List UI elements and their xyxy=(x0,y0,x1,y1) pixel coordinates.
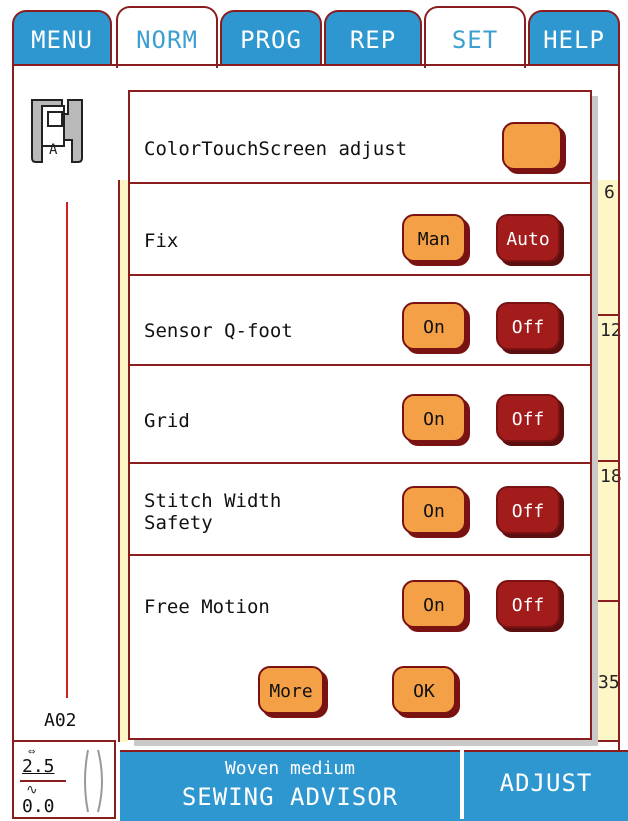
fix-auto-button[interactable]: Auto xyxy=(496,214,560,262)
stitch-width-safety-on-button[interactable]: On xyxy=(402,486,466,534)
stitch-width-safety-on-label: On xyxy=(423,501,445,522)
divider xyxy=(130,364,590,366)
right-edge-border xyxy=(618,64,620,750)
grid-on-label: On xyxy=(423,409,445,430)
grid-on-button[interactable]: On xyxy=(402,394,466,442)
tab-norm[interactable]: NORM xyxy=(116,6,218,68)
divider xyxy=(130,182,590,184)
free-motion-label: Free Motion xyxy=(144,596,270,618)
tab-help-label: HELP xyxy=(543,26,605,54)
ok-button[interactable]: OK xyxy=(392,666,456,714)
sensor-q-foot-label: Sensor Q-foot xyxy=(144,320,293,342)
mirror-icon[interactable] xyxy=(80,748,108,814)
stitch-width-safety-line1: Stitch Width xyxy=(144,490,282,512)
fix-label: Fix xyxy=(144,230,179,252)
tab-prog-label: PROG xyxy=(240,26,302,54)
fix-man-button[interactable]: Man xyxy=(402,214,466,262)
tab-rep[interactable]: REP xyxy=(324,10,422,66)
stitch-width-safety-label: Stitch Width Safety xyxy=(144,490,281,534)
tab-menu-label: MENU xyxy=(31,26,93,54)
stitch-preview-line xyxy=(66,202,68,698)
fabric-label: Woven medium xyxy=(224,758,356,779)
bottom-bar: Woven medium SEWING ADVISOR ADJUST xyxy=(120,750,628,821)
adjust-button[interactable]: ADJUST xyxy=(464,752,628,821)
divider xyxy=(130,554,590,556)
right-strip-1: 6 xyxy=(596,180,620,316)
right-number: 6 xyxy=(604,182,615,203)
stitch-width-safety-off-label: Off xyxy=(511,501,545,522)
tab-rep-label: REP xyxy=(349,26,397,54)
divider xyxy=(130,462,590,464)
foot-label: A xyxy=(49,142,58,158)
grid-off-button[interactable]: Off xyxy=(496,394,560,442)
fix-auto-label: Auto xyxy=(506,229,550,250)
free-motion-on-label: On xyxy=(423,595,445,616)
free-motion-off-button[interactable]: Off xyxy=(496,580,560,628)
free-motion-on-button[interactable]: On xyxy=(402,580,466,628)
ok-label: OK xyxy=(413,681,435,702)
more-label: More xyxy=(269,681,313,702)
presser-foot-icon[interactable]: A xyxy=(28,96,86,166)
grid-off-label: Off xyxy=(511,409,545,430)
stitch-width-safety-off-button[interactable]: Off xyxy=(496,486,560,534)
width-value[interactable]: 2.5 xyxy=(22,756,55,777)
adjust-label: ADJUST xyxy=(499,769,593,797)
bottom-bar-separator xyxy=(460,750,464,819)
settings-dialog: ColorTouchScreen adjust Fix Man Auto Sen… xyxy=(128,90,592,740)
sensor-q-foot-off-button[interactable]: Off xyxy=(496,302,560,350)
right-strip-2: 12 xyxy=(596,316,622,462)
tab-norm-label: NORM xyxy=(136,26,198,54)
tab-set[interactable]: SET xyxy=(424,6,526,68)
more-button[interactable]: More xyxy=(258,666,324,714)
grid-label: Grid xyxy=(144,410,190,432)
stitch-width-safety-line2: Safety xyxy=(144,512,213,534)
stitch-settings-box: ⇔ 2.5 ∿ 0.0 xyxy=(12,740,116,819)
sewing-advisor-label: SEWING ADVISOR xyxy=(181,783,399,811)
tab-help[interactable]: HELP xyxy=(528,10,620,66)
tab-set-label: SET xyxy=(451,26,499,54)
fix-man-label: Man xyxy=(417,229,451,250)
sensor-q-foot-on-button[interactable]: On xyxy=(402,302,466,350)
background-strip-left xyxy=(118,180,128,742)
sensor-q-foot-on-label: On xyxy=(423,317,445,338)
sewing-advisor-button[interactable]: Woven medium SEWING ADVISOR xyxy=(120,752,460,821)
right-strip-4: 35 xyxy=(596,602,620,742)
right-strip-3: 18 xyxy=(596,462,622,602)
left-stitch-panel: A A02 xyxy=(12,64,112,744)
divider xyxy=(130,274,590,276)
color-touchscreen-adjust-button[interactable] xyxy=(502,122,562,170)
length-value[interactable]: 0.0 xyxy=(22,796,55,817)
tab-menu[interactable]: MENU xyxy=(12,10,112,66)
right-number: 35 xyxy=(598,672,620,693)
sensor-q-foot-off-label: Off xyxy=(511,317,545,338)
free-motion-off-label: Off xyxy=(511,595,545,616)
color-touchscreen-label: ColorTouchScreen adjust xyxy=(144,138,408,160)
tab-prog[interactable]: PROG xyxy=(220,10,322,66)
stitch-code: A02 xyxy=(44,710,77,731)
